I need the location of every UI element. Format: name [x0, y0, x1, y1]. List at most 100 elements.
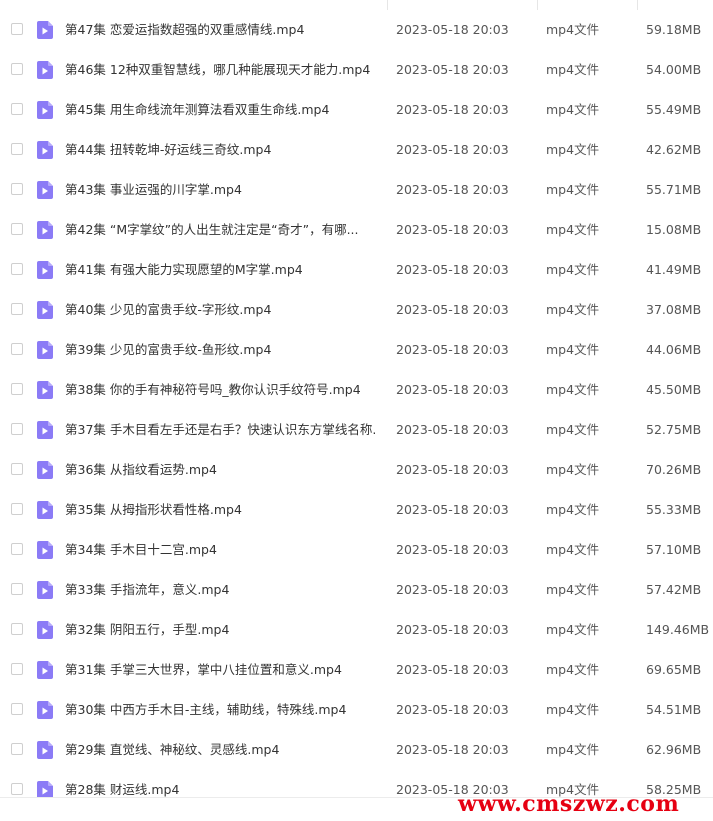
modified-date: 2023-05-18 20:03: [396, 22, 509, 37]
file-size: 55.71MB: [646, 182, 702, 197]
file-size: 41.49MB: [646, 262, 702, 277]
video-file-icon: [37, 541, 53, 559]
file-size: 37.08MB: [646, 302, 702, 317]
file-row[interactable]: 第31集 手掌三大世界，掌中八挂位置和意义.mp4 2023-05-18 20:0…: [0, 650, 713, 690]
file-row[interactable]: 第32集 阴阳五行，手型.mp4 2023-05-18 20:03 mp4文件 149…: [0, 610, 713, 650]
file-size: 57.10MB: [646, 542, 702, 557]
row-checkbox[interactable]: [11, 583, 23, 595]
file-name: 第42集 “M字掌纹”的人出生就注定是“奇才”，有哪...: [65, 222, 359, 237]
file-name: 第36集 从指纹看运势.mp4: [65, 462, 217, 477]
video-file-icon: [37, 61, 53, 79]
file-row[interactable]: 第33集 手指流年，意义.mp4 2023-05-18 20:03 mp4文件 57.…: [0, 570, 713, 610]
row-checkbox[interactable]: [11, 503, 23, 515]
file-name: 第30集 中西方手木目-主线，辅助线，特殊线.mp4: [65, 702, 347, 717]
file-type: mp4文件: [546, 382, 600, 397]
file-name: 第29集 直觉线、神秘纹、灵感线.mp4: [65, 742, 280, 757]
row-checkbox[interactable]: [11, 623, 23, 635]
file-list: 第47集 恋爱运指数超强的双重感情线.mp4 2023-05-18 20:03 mp…: [0, 0, 713, 797]
modified-date: 2023-05-18 20:03: [396, 742, 509, 757]
file-name: 第31集 手掌三大世界，掌中八挂位置和意义.mp4: [65, 662, 342, 677]
file-type: mp4文件: [546, 222, 600, 237]
row-checkbox[interactable]: [11, 23, 23, 35]
file-row[interactable]: 第30集 中西方手木目-主线，辅助线，特殊线.mp4 2023-05-18 20:…: [0, 690, 713, 730]
file-type: mp4文件: [546, 622, 600, 637]
row-checkbox[interactable]: [11, 783, 23, 795]
video-file-icon: [37, 461, 53, 479]
file-type: mp4文件: [546, 582, 600, 597]
file-name: 第39集 少见的富贵手纹-鱼形纹.mp4: [65, 342, 272, 357]
row-checkbox[interactable]: [11, 143, 23, 155]
file-name: 第41集 有强大能力实现愿望的M字掌.mp4: [65, 262, 303, 277]
modified-date: 2023-05-18 20:03: [396, 462, 509, 477]
file-size: 44.06MB: [646, 342, 702, 357]
file-type: mp4文件: [546, 62, 600, 77]
file-type: mp4文件: [546, 142, 600, 157]
file-row[interactable]: 第41集 有强大能力实现愿望的M字掌.mp4 2023-05-18 20:03 mp…: [0, 250, 713, 290]
file-size: 15.08MB: [646, 222, 702, 237]
file-type: mp4文件: [546, 422, 600, 437]
row-checkbox[interactable]: [11, 543, 23, 555]
video-file-icon: [37, 701, 53, 719]
file-row[interactable]: 第39集 少见的富贵手纹-鱼形纹.mp4 2023-05-18 20:03 mp4文…: [0, 330, 713, 370]
modified-date: 2023-05-18 20:03: [396, 382, 509, 397]
file-row[interactable]: 第36集 从指纹看运势.mp4 2023-05-18 20:03 mp4文件 70.2…: [0, 450, 713, 490]
row-checkbox[interactable]: [11, 63, 23, 75]
file-row[interactable]: 第45集 用生命线流年测算法看双重生命线.mp4 2023-05-18 20:03…: [0, 90, 713, 130]
watermark: www.cmszwz.com: [458, 791, 680, 817]
modified-date: 2023-05-18 20:03: [396, 502, 509, 517]
file-type: mp4文件: [546, 182, 600, 197]
modified-date: 2023-05-18 20:03: [396, 422, 509, 437]
file-row[interactable]: 第47集 恋爱运指数超强的双重感情线.mp4 2023-05-18 20:03 mp…: [0, 0, 713, 50]
file-type: mp4文件: [546, 742, 600, 757]
file-type: mp4文件: [546, 22, 600, 37]
row-checkbox[interactable]: [11, 183, 23, 195]
modified-date: 2023-05-18 20:03: [396, 262, 509, 277]
modified-date: 2023-05-18 20:03: [396, 62, 509, 77]
file-row[interactable]: 第38集 你的手有神秘符号吗_教你认识手纹符号.mp4 2023-05-18 20…: [0, 370, 713, 410]
file-name: 第45集 用生命线流年测算法看双重生命线.mp4: [65, 102, 330, 117]
video-file-icon: [37, 501, 53, 519]
row-checkbox[interactable]: [11, 383, 23, 395]
column-divider: [637, 0, 638, 10]
video-file-icon: [37, 21, 53, 39]
modified-date: 2023-05-18 20:03: [396, 142, 509, 157]
row-checkbox[interactable]: [11, 303, 23, 315]
file-type: mp4文件: [546, 262, 600, 277]
row-checkbox[interactable]: [11, 103, 23, 115]
file-row[interactable]: 第43集 事业运强的川字掌.mp4 2023-05-18 20:03 mp4文件 55…: [0, 170, 713, 210]
row-checkbox[interactable]: [11, 463, 23, 475]
file-name: 第46集 12种双重智慧线，哪几种能展现天才能力.mp4: [65, 62, 371, 77]
file-row[interactable]: 第40集 少见的富贵手纹-字形纹.mp4 2023-05-18 20:03 mp4文…: [0, 290, 713, 330]
file-row[interactable]: 第37集 手木目看左手还是右手？快速认识东方掌线名称.... 2023-05-18…: [0, 410, 713, 450]
file-name: 第40集 少见的富贵手纹-字形纹.mp4: [65, 302, 272, 317]
row-checkbox[interactable]: [11, 743, 23, 755]
file-name: 第47集 恋爱运指数超强的双重感情线.mp4: [65, 22, 305, 37]
video-file-icon: [37, 101, 53, 119]
file-name: 第43集 事业运强的川字掌.mp4: [65, 182, 242, 197]
file-size: 45.50MB: [646, 382, 702, 397]
row-checkbox[interactable]: [11, 343, 23, 355]
file-row[interactable]: 第29集 直觉线、神秘纹、灵感线.mp4 2023-05-18 20:03 mp4文…: [0, 730, 713, 770]
modified-date: 2023-05-18 20:03: [396, 342, 509, 357]
modified-date: 2023-05-18 20:03: [396, 222, 509, 237]
file-size: 62.96MB: [646, 742, 702, 757]
file-row[interactable]: 第46集 12种双重智慧线，哪几种能展现天才能力.mp4 2023-05-18 2…: [0, 50, 713, 90]
file-row[interactable]: 第35集 从拇指形状看性格.mp4 2023-05-18 20:03 mp4文件 55…: [0, 490, 713, 530]
file-row[interactable]: 第34集 手木目十二宫.mp4 2023-05-18 20:03 mp4文件 57.1…: [0, 530, 713, 570]
row-checkbox[interactable]: [11, 663, 23, 675]
file-row[interactable]: 第42集 “M字掌纹”的人出生就注定是“奇才”，有哪... 2023-05-18 …: [0, 210, 713, 250]
row-checkbox[interactable]: [11, 423, 23, 435]
file-name: 第32集 阴阳五行，手型.mp4: [65, 622, 230, 637]
file-type: mp4文件: [546, 542, 600, 557]
file-type: mp4文件: [546, 102, 600, 117]
file-size: 55.49MB: [646, 102, 702, 117]
file-row[interactable]: 第44集 扭转乾坤-好运线三奇纹.mp4 2023-05-18 20:03 mp4文…: [0, 130, 713, 170]
row-checkbox[interactable]: [11, 263, 23, 275]
modified-date: 2023-05-18 20:03: [396, 662, 509, 677]
file-size: 149.46MB: [646, 622, 710, 637]
file-size: 42.62MB: [646, 142, 702, 157]
modified-date: 2023-05-18 20:03: [396, 582, 509, 597]
row-checkbox[interactable]: [11, 223, 23, 235]
row-checkbox[interactable]: [11, 703, 23, 715]
file-name: 第33集 手指流年，意义.mp4: [65, 582, 230, 597]
